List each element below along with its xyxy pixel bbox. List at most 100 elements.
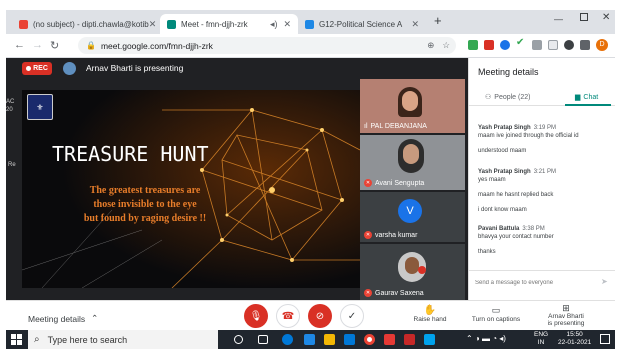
tab-title: Meet - fmn-djjh-zrk (181, 19, 248, 29)
task-view-icon[interactable] (258, 335, 268, 344)
puzzle-icon[interactable] (580, 40, 590, 50)
app-icon[interactable] (304, 334, 315, 345)
divider (469, 270, 615, 271)
clock[interactable]: 15:50 22-01-2021 (558, 331, 591, 347)
chat-input[interactable] (475, 276, 597, 290)
participant-tile[interactable]: ✕ Avani Sengupta (360, 135, 465, 190)
app-icon[interactable] (404, 334, 415, 345)
search-icon: ⌕ (34, 334, 40, 345)
taskbar-search[interactable]: ⌕ Type here to search (28, 330, 218, 349)
chevron-up-icon: ⌃ (91, 313, 99, 323)
slide-title: TREASURE HUNT (52, 142, 209, 166)
extension-icon[interactable] (468, 40, 478, 50)
participant-face (403, 144, 419, 164)
tab-chat[interactable]: ▆ Chat (575, 93, 599, 102)
participant-name: Avani Sengupta (375, 179, 425, 187)
back-icon[interactable]: ← (14, 39, 25, 51)
participant-tile[interactable]: V ✕ varsha kumar (360, 192, 465, 242)
presenting-line: is presenting (547, 320, 585, 327)
recording-badge: REC (22, 62, 52, 75)
raise-hand-label: Raise hand (413, 316, 447, 323)
tab-classroom[interactable]: G12-Political Science A ✕ (298, 14, 426, 34)
app-icon[interactable] (384, 334, 395, 345)
profile-avatar[interactable]: D (596, 39, 608, 51)
close-icon[interactable]: ✕ (149, 19, 157, 30)
send-icon[interactable]: ➤ (601, 277, 608, 286)
chat-message: bhavya your contact number (478, 234, 554, 240)
close-icon[interactable]: ✕ (283, 19, 291, 30)
sender-row: Pavani Battula 3:38 PM (478, 226, 608, 232)
tab-meet[interactable]: Meet - fmn-djjh-zrk ◂) ✕ (160, 14, 298, 34)
system-tray-icons[interactable]: ⌃ ◑ ▬ ◔ ◂) (466, 334, 506, 343)
extension-icon[interactable] (548, 40, 558, 50)
check-extension-icon[interactable]: ✔ (516, 37, 526, 48)
people-icon: ⚇ (485, 94, 492, 101)
close-icon[interactable]: ✕ (411, 19, 419, 30)
tab-label: Chat (583, 93, 599, 101)
reload-icon[interactable]: ↻ (50, 39, 59, 52)
raise-hand-button[interactable]: ✋ Raise hand (408, 305, 452, 323)
tab-title: G12-Political Science A (319, 19, 403, 29)
maximize-button[interactable] (580, 13, 588, 21)
cortana-icon[interactable] (234, 335, 243, 344)
presenting-line: Arnav Bharti (548, 313, 584, 320)
windows-taskbar: ⌕ Type here to search ⌃ ◑ ▬ ◔ ◂) ENG IN … (6, 330, 615, 349)
extension-icon[interactable] (564, 40, 574, 50)
camera-toggle[interactable]: ⊘ (308, 304, 332, 328)
message-time: 3:38 PM (522, 226, 545, 232)
app-icon[interactable] (424, 334, 435, 345)
chrome-icon[interactable] (364, 334, 375, 345)
lock-icon: 🔒 (86, 41, 96, 50)
hang-up-icon: ☎ (281, 310, 295, 322)
participant-tile[interactable]: ıl PAL DEBANJANA (360, 79, 465, 133)
captions-button[interactable]: ▭ Turn on captions (466, 305, 526, 323)
file-explorer-icon[interactable] (324, 334, 335, 345)
windows-start-icon[interactable] (11, 334, 22, 345)
check-icon: ✓ (347, 310, 357, 322)
url-text: meet.google.com/fmn-djjh-zrk (100, 40, 213, 51)
presentation-button[interactable]: ⊞ Arnav Bharti is presenting (536, 303, 596, 327)
participant-face (402, 91, 418, 111)
audio-icon: ıl (364, 123, 368, 130)
lang-label: ENG (534, 331, 549, 338)
screen: { "browser": { "tabs": [ {"title": "(no … (0, 0, 621, 349)
chat-message: i dont know maam (478, 207, 527, 213)
presentation-slide: ⚜ TREASURE HUNT The greatest treasures a… (22, 90, 360, 288)
extension-icon[interactable] (500, 40, 510, 50)
language-indicator[interactable]: ENG IN (534, 331, 548, 347)
message-time: 3:21 PM (533, 169, 557, 175)
participant-tile[interactable]: ✕ Gaurav Saxena (360, 244, 465, 300)
star-icon[interactable]: ☆ (442, 40, 450, 51)
tab-people[interactable]: ⚇ People (22) (485, 93, 530, 102)
extension-icon[interactable] (484, 40, 494, 50)
more-options-button[interactable]: ✓ (340, 304, 364, 328)
quote-line: those invisible to the eye (93, 199, 197, 210)
zoom-icon[interactable]: ⊕ (427, 40, 434, 51)
present-icon: ⊞ (562, 303, 570, 313)
gmail-icon (19, 19, 28, 29)
chat-message: thanks (478, 249, 496, 255)
leave-call-button[interactable]: ☎ (276, 304, 300, 328)
chat-message: understood maam (478, 148, 527, 154)
presenter-avatar (63, 62, 76, 75)
new-tab-button[interactable]: + (434, 13, 442, 28)
edge-icon[interactable] (282, 334, 293, 345)
left-fragments: AC 20 (6, 98, 14, 114)
store-icon[interactable] (344, 334, 355, 345)
notifications-icon[interactable] (600, 334, 610, 344)
tab-gmail[interactable]: (no subject) - dipti.chawla@kotib ✕ (12, 14, 160, 34)
chat-message: yes maam (478, 177, 506, 183)
minimize-button[interactable]: — (554, 14, 563, 24)
meeting-details-button[interactable]: Meeting details ⌃ (28, 313, 98, 324)
panel-title: Meeting details (478, 67, 539, 77)
participant-name: PAL DEBANJANA (370, 123, 427, 130)
chat-message: maam he hasnt replied back (478, 192, 554, 198)
extension-icon[interactable] (532, 40, 542, 50)
url-bar[interactable]: 🔒 meet.google.com/fmn-djjh-zrk ⊕ ☆ (78, 37, 456, 54)
chat-icon: ▆ (575, 94, 581, 101)
region-label: IN (537, 339, 545, 346)
fragment-text: 20 (6, 107, 13, 113)
microphone-toggle[interactable]: 🎙 (244, 304, 268, 328)
window-close-button[interactable]: ✕ (602, 12, 610, 23)
forward-icon[interactable]: → (32, 39, 43, 51)
